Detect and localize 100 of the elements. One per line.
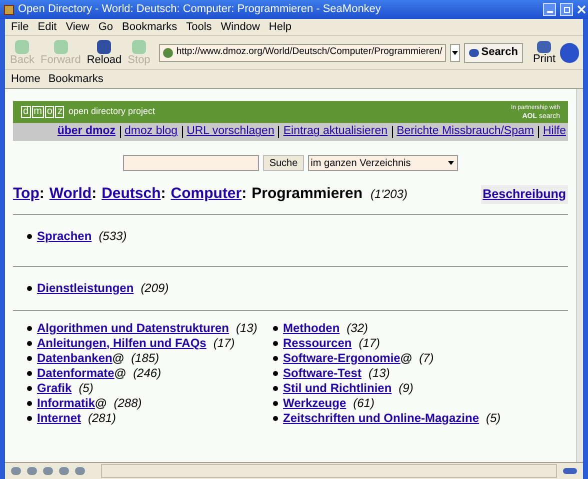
maximize-button[interactable] [560, 3, 573, 16]
scope-select[interactable]: im ganzen Verzeichnis [308, 155, 458, 171]
symlink-mark: @ [112, 350, 124, 366]
menu-item[interactable]: Tools [186, 18, 212, 36]
bullet-icon [27, 340, 32, 346]
nav-link[interactable]: URL vorschlagen [186, 123, 274, 141]
breadcrumb-link[interactable]: Top [13, 183, 40, 206]
item-count: (7) [419, 350, 434, 366]
menu-item[interactable]: File [11, 18, 29, 36]
category-link[interactable]: Dienstleistungen [37, 280, 134, 296]
nav-link[interactable]: Eintrag aktualisieren [283, 123, 388, 141]
url-field[interactable]: http://www.dmoz.org/World/Deutsch/Computer/Programmieren/ [159, 44, 446, 62]
separator-line [392, 126, 393, 138]
breadcrumb-separator: : [92, 184, 97, 204]
item-count: (246) [133, 366, 162, 380]
breadcrumb-link[interactable]: World [49, 183, 92, 206]
print-button[interactable]: Print [532, 40, 556, 64]
symlink-mark: @ [114, 366, 126, 380]
separator-line [538, 126, 539, 138]
bullet-icon [27, 400, 32, 406]
separator-line [278, 126, 280, 138]
bullet-icon [273, 386, 278, 390]
search-submit-button[interactable]: Suche [263, 155, 304, 171]
category-link[interactable]: Zeitschriften und Online-Magazine [283, 410, 480, 426]
item-count: (533) [98, 228, 127, 244]
menu-item[interactable]: View [66, 18, 90, 36]
category-link[interactable]: Sprachen [37, 228, 92, 244]
category-link[interactable]: Algorithmen und Datenstrukturen [37, 320, 230, 336]
total-count: (1'203) [370, 186, 408, 204]
menu-item[interactable]: Window [220, 18, 260, 36]
tagline: open directory project [68, 105, 156, 118]
bullet-icon [27, 370, 32, 376]
category-link[interactable]: Datenformate [37, 366, 114, 380]
bullet-icon [273, 370, 278, 376]
category-link[interactable]: Datenbanken [37, 350, 112, 366]
logo-letter: m [32, 106, 44, 118]
bullet-icon [27, 356, 32, 360]
logo-letter: o [44, 106, 54, 118]
category-link[interactable]: Methoden [283, 320, 340, 336]
bullet-icon [273, 356, 278, 360]
breadcrumb-link[interactable]: Computer [170, 183, 242, 206]
bookmark-item[interactable]: Home [11, 70, 40, 88]
breadcrumb-link[interactable]: Deutsch [102, 183, 161, 206]
category-link[interactable]: Software-Ergonomie [283, 350, 400, 366]
menu-item[interactable]: Edit [38, 18, 57, 36]
item-count: (32) [346, 320, 368, 336]
category-link[interactable]: Internet [37, 410, 82, 426]
bullet-icon [27, 326, 32, 330]
breadcrumb-separator: : [242, 184, 247, 204]
category-link[interactable]: Software-Test [283, 366, 362, 380]
category-link[interactable]: Stil und Richtlinien [283, 380, 392, 396]
bullet-icon [27, 286, 32, 290]
toolbar-button[interactable]: Reload [86, 40, 123, 66]
item-count: (61) [353, 396, 374, 410]
category-link[interactable]: Anleitungen, Hilfen und FAQs [37, 336, 206, 350]
connection-icon [563, 468, 577, 474]
separator-line [182, 126, 183, 138]
category-link[interactable]: Ressourcen [283, 336, 352, 350]
breadcrumb-separator: : [39, 184, 44, 204]
minimize-button[interactable] [543, 3, 556, 16]
logo-letter: z [55, 106, 64, 118]
symlink-mark: @ [95, 396, 107, 410]
item-count: (17) [213, 336, 235, 350]
dropdown-arrow-icon [452, 50, 458, 54]
app-icon [4, 4, 14, 14]
bullet-icon [273, 400, 278, 406]
item-count: (5) [486, 410, 501, 426]
menu-item[interactable]: Help [268, 18, 292, 36]
item-count: (9) [398, 380, 414, 396]
item-count: (5) [78, 380, 94, 396]
bullet-icon [27, 416, 32, 420]
search-field[interactable] [123, 155, 260, 171]
description-link[interactable]: Beschreibung [480, 184, 568, 204]
item-count: (281) [88, 410, 116, 426]
category-link[interactable]: Werkzeuge [283, 396, 346, 410]
site-icon [163, 48, 174, 58]
symlink-mark: @ [400, 350, 412, 366]
menu-item[interactable]: Go [98, 18, 114, 36]
nav-link[interactable]: dmoz blog [124, 123, 178, 141]
item-count: (13) [236, 320, 258, 336]
bullet-icon [273, 416, 278, 420]
nav-link[interactable]: über dmoz [57, 123, 116, 141]
dropdown-button[interactable] [450, 44, 460, 62]
nav-link[interactable]: Berichte Missbrauch/Spam [396, 123, 534, 141]
bookmark-item[interactable]: Bookmarks [48, 70, 104, 88]
search-button[interactable]: Search [464, 42, 523, 62]
bullet-icon [27, 234, 32, 238]
menu-item[interactable]: Bookmarks [122, 18, 178, 36]
item-count: (17) [358, 336, 380, 350]
logo-letter: d [21, 106, 31, 118]
bullet-icon [273, 340, 278, 346]
bullet-icon [273, 326, 278, 330]
window-title: Open Directory - World: Deutsch: Computer: Programmieren - SeaMonkey [18, 2, 382, 18]
breadcrumb-separator: : [160, 184, 166, 204]
category-link[interactable]: Grafik [37, 380, 72, 396]
close-icon[interactable] [577, 5, 586, 14]
nav-link[interactable]: Hilfe [542, 123, 566, 141]
bullet-icon [27, 386, 32, 390]
category-link[interactable]: Informatik [37, 396, 96, 410]
current-category: Programmieren [252, 184, 362, 204]
